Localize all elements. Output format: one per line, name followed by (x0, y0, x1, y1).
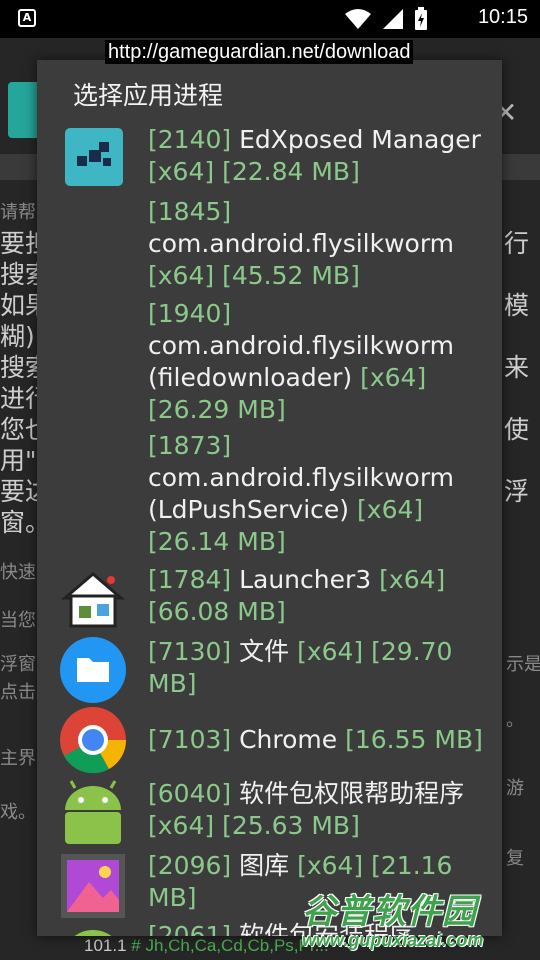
app-notification-icon: A (18, 9, 36, 27)
process-name: Chrome (239, 725, 338, 754)
process-name: 软件包权限帮助程序 (239, 779, 465, 808)
process-item[interactable]: [2140] EdXposed Manager [x64] [22.84 MB] (37, 124, 502, 190)
bg-text: 戏。 (0, 802, 36, 823)
bg-text: 使 (504, 415, 530, 444)
status-bar: A 10:15 (0, 0, 540, 38)
process-memory: [66.08 MB] (148, 597, 286, 626)
bg-text: 浮窗 (0, 654, 36, 675)
bg-text: 来 (504, 353, 530, 382)
bottom-status: 101.1 # Jh,Ch,Ca,Cd,Cb,Ps,Pr... (84, 936, 329, 956)
watermark-logo-text: 谷普软件园 (302, 892, 477, 932)
signal-icon (383, 9, 403, 29)
bg-text: 主界 (0, 748, 36, 769)
bottom-status-value: 101.1 (84, 936, 127, 955)
process-name: 图库 (239, 851, 290, 880)
wifi-icon (345, 9, 371, 29)
process-item[interactable]: [1784] Launcher3 [x64] [66.08 MB] (37, 564, 502, 630)
bg-text: 复 (506, 848, 524, 869)
process-arch: [x64] (297, 851, 364, 880)
battery-charging-icon (415, 7, 427, 30)
bg-text: 。 (506, 710, 524, 731)
android-robot-icon (59, 780, 127, 848)
process-name: Launcher3 (239, 565, 372, 594)
process-name: com.android.flysilkworm (148, 229, 455, 258)
process-memory: [16.55 MB] (345, 725, 483, 754)
process-memory: [25.63 MB] (222, 811, 360, 840)
bg-text: 点击 (0, 682, 36, 703)
bg-text: 模 (504, 291, 530, 320)
process-pid: [6040] (148, 779, 232, 808)
process-arch: [x64] (357, 495, 424, 524)
process-item[interactable]: [1940] com.android.flysilkworm (filedown… (37, 298, 502, 426)
chrome-icon (59, 706, 127, 774)
bg-text: 示是 (506, 654, 540, 675)
process-label: [1873] com.android.flysilkworm (LdPushSe… (148, 430, 488, 558)
process-memory: [26.29 MB] (148, 395, 286, 424)
process-arch: [x64] (148, 261, 215, 290)
process-name: EdXposed Manager (239, 125, 481, 154)
process-pid: [1784] (148, 565, 232, 594)
status-time: 10:15 (477, 6, 528, 28)
process-pid: [2096] (148, 851, 232, 880)
bg-text: 当您 (0, 610, 36, 631)
process-arch: [x64] (297, 637, 364, 666)
process-item[interactable]: [1873] com.android.flysilkworm (LdPushSe… (37, 430, 502, 558)
process-label: [6040] 软件包权限帮助程序 [x64] [25.63 MB] (148, 778, 488, 842)
process-label: [7103] Chrome [16.55 MB] (148, 724, 488, 756)
process-item[interactable]: [7130] 文件 [x64] [29.70 MB] (37, 636, 502, 704)
status-icons (344, 7, 428, 31)
gallery-icon (59, 852, 127, 920)
process-arch: [x64] (379, 565, 446, 594)
process-memory: [22.84 MB] (222, 157, 360, 186)
bg-text: 浮 (504, 477, 530, 506)
watermark-url: www.gupuxiazai.com (302, 930, 484, 950)
process-item[interactable]: [7103] Chrome [16.55 MB] (37, 706, 502, 778)
process-arch: [x64] (360, 363, 427, 392)
bg-text: 快速 (0, 562, 36, 583)
site-watermark: 谷普软件园 www.gupuxiazai.com (296, 884, 540, 960)
bg-text: 请帮 (0, 202, 36, 223)
process-memory: [45.52 MB] (222, 261, 360, 290)
process-label: [1845] com.android.flysilkworm [x64] [45… (148, 196, 488, 292)
process-pid: [1873] (148, 431, 232, 460)
launcher-house-icon (59, 566, 127, 634)
process-pid: [7130] (148, 637, 232, 666)
bg-text: 行 (504, 229, 530, 258)
dialog-title: 选择应用进程 (73, 81, 224, 110)
process-item[interactable]: [1845] com.android.flysilkworm [x64] [45… (37, 196, 502, 292)
bg-text: 糊) (0, 322, 35, 351)
process-pid: [1845] (148, 197, 232, 226)
process-pid: [2061] (148, 921, 232, 936)
bg-text: 游 (506, 778, 524, 799)
process-label: [2140] EdXposed Manager [x64] [22.84 MB] (148, 124, 488, 188)
process-name: 文件 (239, 637, 290, 666)
android-robot-icon (59, 924, 127, 936)
process-pid: [1940] (148, 299, 232, 328)
process-pid: [7103] (148, 725, 232, 754)
process-item[interactable]: [6040] 软件包权限帮助程序 [x64] [25.63 MB] (37, 778, 502, 844)
select-process-dialog: 选择应用进程 [2140] EdXposed Manager [x64] [22… (37, 60, 502, 936)
process-label: [1940] com.android.flysilkworm (filedown… (148, 298, 488, 426)
process-label: [1784] Launcher3 [x64] [66.08 MB] (148, 564, 488, 628)
process-arch: [x64] (148, 157, 215, 186)
download-url: http://gameguardian.net/download (105, 40, 414, 64)
process-arch: [x64] (148, 811, 215, 840)
files-folder-icon (59, 636, 127, 704)
process-memory: [26.14 MB] (148, 527, 286, 556)
process-pid: [2140] (148, 125, 232, 154)
process-label: [7130] 文件 [x64] [29.70 MB] (148, 636, 488, 700)
bg-text: 用" (0, 446, 37, 475)
edxposed-icon (65, 128, 123, 186)
